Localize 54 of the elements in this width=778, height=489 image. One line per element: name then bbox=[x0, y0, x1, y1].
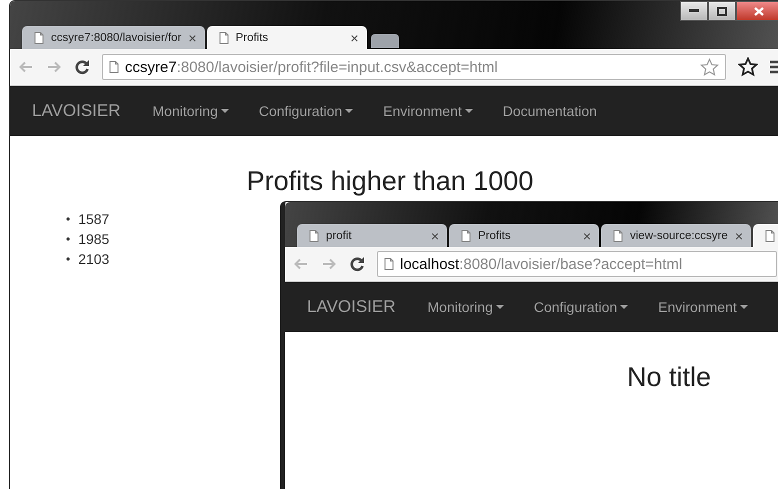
page-icon bbox=[309, 230, 319, 242]
close-tab-button[interactable]: × bbox=[188, 30, 197, 46]
close-icon bbox=[754, 6, 764, 16]
close-tab-button[interactable]: × bbox=[430, 228, 439, 244]
nav-menu-item[interactable]: Documentation bbox=[502, 103, 597, 119]
nav-menu-item[interactable]: Configuration bbox=[534, 299, 628, 315]
maximize-icon bbox=[717, 6, 727, 16]
brand-link[interactable]: LAVOISIER bbox=[32, 101, 120, 121]
page-icon bbox=[34, 32, 44, 44]
brand-link[interactable]: LAVOISIER bbox=[307, 297, 396, 317]
list-bullet: • bbox=[66, 251, 70, 268]
browser-tab[interactable]: view-source:ccsyre × bbox=[601, 224, 751, 247]
browser-tab[interactable]: profit × bbox=[297, 224, 447, 247]
tab-title: Profits bbox=[236, 32, 270, 44]
close-tab-button[interactable]: × bbox=[582, 228, 591, 244]
browser-tab[interactable]: Profits × bbox=[206, 26, 367, 49]
list-item: 1587 bbox=[78, 210, 110, 229]
page-icon bbox=[384, 258, 394, 270]
tab-title: view-source:ccsyre bbox=[630, 230, 728, 242]
minimize-icon bbox=[689, 9, 699, 13]
nav-menu-item[interactable]: Environment bbox=[658, 299, 748, 315]
browser-tab[interactable] bbox=[753, 224, 778, 247]
page-icon bbox=[461, 230, 471, 242]
nav-menu-item[interactable]: Environment bbox=[383, 103, 473, 119]
nav-menu-item[interactable]: Monitoring bbox=[428, 299, 504, 315]
page-icon bbox=[109, 61, 119, 73]
page-icon bbox=[765, 230, 775, 242]
address-field[interactable]: ccsyre7:8080/lavoisier/profit?file=input.csv&accept=html bbox=[102, 54, 726, 80]
close-button[interactable] bbox=[736, 1, 778, 21]
minimize-button[interactable] bbox=[680, 1, 708, 21]
list-bullet: • bbox=[66, 211, 70, 228]
reload-icon[interactable] bbox=[74, 59, 90, 75]
close-tab-button[interactable]: × bbox=[734, 228, 743, 244]
star-icon[interactable] bbox=[700, 58, 719, 76]
nav-menu-item[interactable]: Monitoring bbox=[152, 103, 229, 119]
browser-tab[interactable]: Profits × bbox=[449, 224, 599, 247]
new-tab-button[interactable] bbox=[370, 34, 399, 48]
page-heading: No title bbox=[626, 362, 712, 393]
star-icon[interactable] bbox=[738, 57, 758, 77]
browser-tab[interactable]: ccsyre7:8080/lavoisier/for × bbox=[22, 26, 205, 49]
reload-icon[interactable] bbox=[349, 256, 365, 272]
maximize-button[interactable] bbox=[708, 1, 736, 21]
tab-title: ccsyre7:8080/lavoisier/for bbox=[51, 32, 182, 44]
list-bullet: • bbox=[66, 231, 70, 248]
page-icon bbox=[613, 230, 623, 242]
tab-title: Profits bbox=[478, 230, 512, 242]
page-heading: Profits higher than 1000 bbox=[246, 166, 534, 197]
close-tab-button[interactable]: × bbox=[350, 30, 359, 46]
nav-menu-item[interactable]: Configuration bbox=[258, 103, 354, 119]
tab-title: profit bbox=[326, 230, 353, 242]
list-item: 2103 bbox=[78, 250, 110, 269]
page-icon bbox=[218, 32, 229, 44]
address-field[interactable]: localhost:8080/lavoisier/base?accept=html bbox=[377, 251, 777, 277]
list-item: 1985 bbox=[78, 230, 110, 249]
